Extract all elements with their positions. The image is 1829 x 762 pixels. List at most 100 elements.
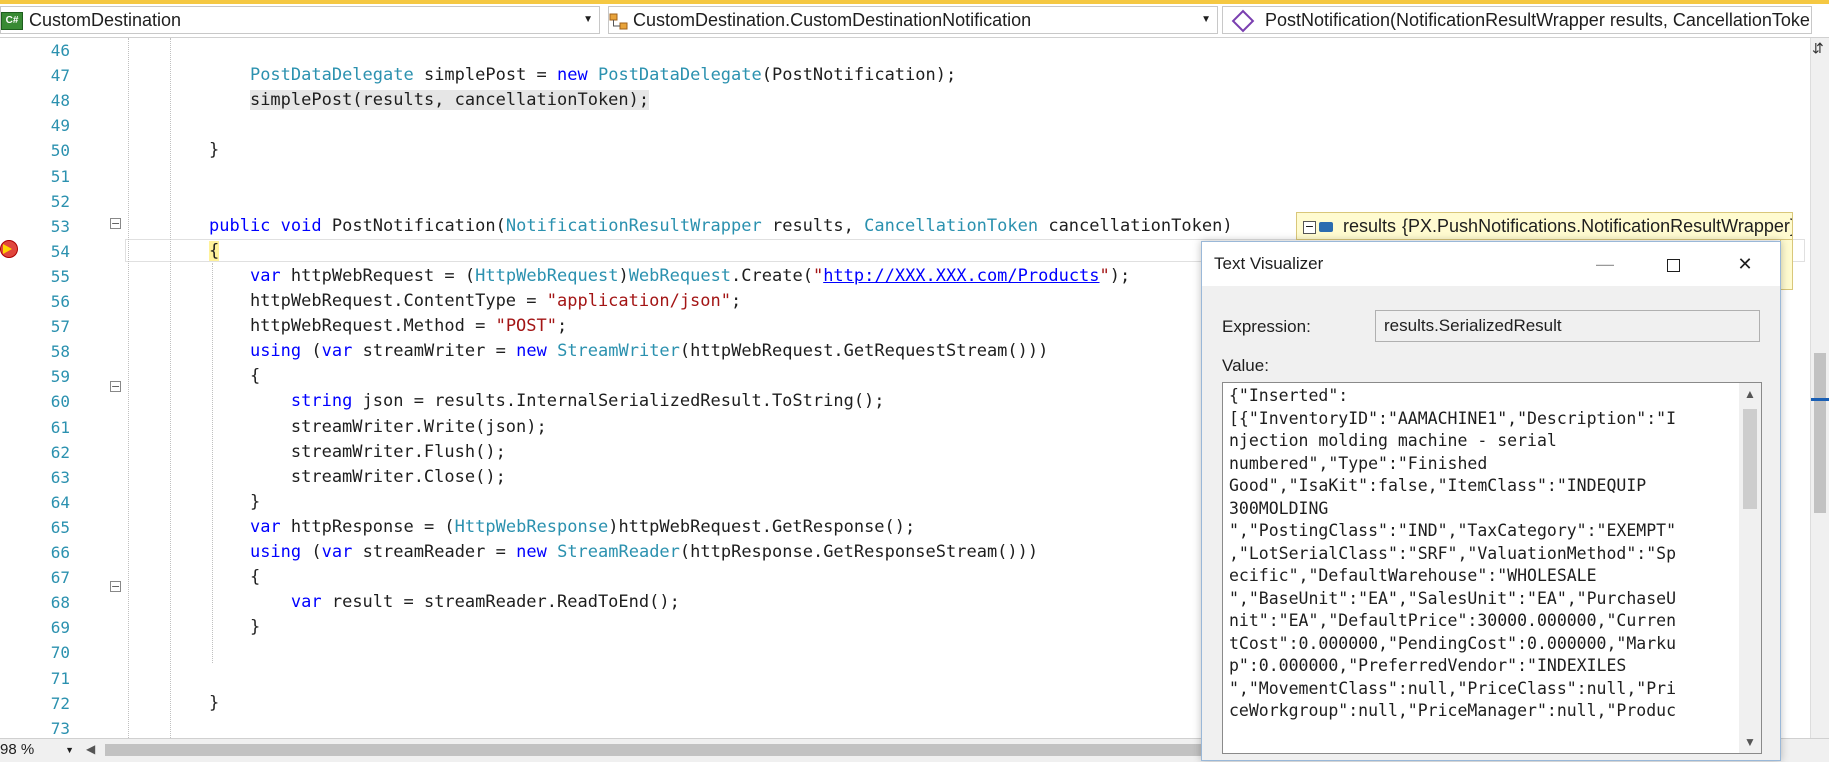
line-number: 50: [50, 141, 70, 161]
indent-guide: [128, 38, 129, 738]
line-number: 53: [50, 216, 70, 236]
line-number: 65: [50, 517, 70, 537]
line-number: 73: [50, 718, 70, 738]
scroll-left-icon[interactable]: ◀: [86, 742, 95, 756]
code-line[interactable]: }: [209, 615, 260, 640]
code-line[interactable]: streamWriter.Write(json);: [209, 415, 547, 440]
datatip-variable-name: results: [1343, 216, 1397, 236]
zoom-dropdown[interactable]: 98 % ▼: [0, 741, 78, 759]
code-line[interactable]: using (var streamReader = new StreamRead…: [209, 540, 1038, 565]
close-button[interactable]: ✕: [1722, 248, 1768, 280]
code-line[interactable]: }: [209, 138, 219, 163]
code-line[interactable]: streamWriter.Flush();: [209, 440, 506, 465]
line-number: 70: [50, 643, 70, 663]
expression-field[interactable]: results.SerializedResult: [1375, 310, 1760, 342]
line-number: 62: [50, 442, 70, 462]
code-line[interactable]: public void PostNotification(Notificatio…: [209, 214, 1233, 239]
line-number: 69: [50, 618, 70, 638]
member-dropdown[interactable]: PostNotification(NotificationResultWrapp…: [1222, 6, 1812, 34]
scroll-thumb[interactable]: [1814, 353, 1826, 513]
line-number: 64: [50, 492, 70, 512]
debugger-datatip[interactable]: − results {PX.PushNotifications.Notificati…: [1296, 212, 1793, 240]
project-dropdown-label: CustomDestination: [29, 10, 182, 30]
class-dropdown-label: CustomDestination.CustomDestinationNotif…: [633, 10, 1032, 30]
code-line[interactable]: simplePost(results, cancellationToken);: [209, 88, 650, 113]
object-icon: [1319, 222, 1333, 233]
minimize-button[interactable]: —: [1582, 248, 1628, 280]
current-statement-arrow-icon: [3, 244, 12, 254]
code-line[interactable]: var result = streamReader.ReadToEnd();: [209, 590, 680, 615]
split-window-icon[interactable]: ⇵: [1812, 40, 1824, 57]
method-icon: [1231, 9, 1255, 33]
csharp-project-icon: C#: [1, 12, 23, 31]
code-line[interactable]: using (var streamWriter = new StreamWrit…: [209, 339, 1048, 364]
line-number: 49: [50, 116, 70, 136]
class-icon: [609, 12, 628, 30]
code-line[interactable]: {: [209, 239, 220, 264]
dialog-title: Text Visualizer: [1214, 254, 1324, 273]
line-number: 51: [50, 166, 70, 186]
line-number: 67: [50, 568, 70, 588]
line-number: 56: [50, 292, 70, 311]
breakpoint-icon[interactable]: [0, 240, 18, 258]
line-number: 47: [50, 66, 70, 86]
line-number: 52: [50, 191, 70, 211]
vertical-scrollbar[interactable]: ⇵: [1810, 38, 1829, 738]
collapse-method-toggle[interactable]: −: [110, 218, 121, 229]
datatip-shadow: [1780, 240, 1793, 290]
line-number: 60: [50, 392, 70, 412]
dialog-titlebar[interactable]: Text Visualizer — ✕: [1202, 242, 1780, 286]
expand-datatip-toggle[interactable]: −: [1303, 220, 1316, 234]
line-number: 66: [50, 543, 70, 562]
code-line[interactable]: }: [209, 691, 219, 716]
code-line[interactable]: {: [209, 364, 260, 389]
code-line[interactable]: httpWebRequest.Method = "POST";: [209, 314, 567, 339]
scroll-up-icon[interactable]: ▲: [1744, 387, 1756, 401]
collapse-using-toggle[interactable]: −: [110, 581, 121, 592]
class-dropdown[interactable]: CustomDestination.CustomDestinationNotif…: [608, 6, 1218, 34]
code-line[interactable]: httpWebRequest.ContentType = "applicatio…: [209, 289, 741, 314]
code-line[interactable]: streamWriter.Close();: [209, 465, 506, 490]
indent-guide: [170, 38, 171, 738]
line-number: 48: [50, 91, 70, 111]
code-line[interactable]: var httpWebRequest = (HttpWebRequest)Web…: [209, 264, 1130, 289]
code-line[interactable]: string json = results.InternalSerialized…: [209, 389, 885, 414]
maximize-button[interactable]: [1650, 248, 1696, 280]
member-dropdown-label: PostNotification(NotificationResultWrapp…: [1265, 10, 1812, 30]
line-number: 63: [50, 467, 70, 487]
value-scrollbar[interactable]: ▲ ▼: [1739, 383, 1761, 753]
line-number: 61: [50, 417, 70, 437]
line-number: 57: [50, 317, 70, 337]
line-number: 71: [50, 668, 70, 688]
line-number: 55: [50, 266, 70, 286]
chevron-down-icon: ▼: [65, 745, 74, 755]
scroll-down-icon[interactable]: ▼: [1744, 735, 1756, 749]
value-scroll-thumb[interactable]: [1743, 409, 1757, 509]
chevron-down-icon: ▼: [1201, 14, 1211, 25]
value-label: Value:: [1222, 356, 1269, 375]
scroll-position-marker: [1811, 398, 1829, 401]
indent-guide: [212, 263, 213, 663]
value-text[interactable]: {"Inserted": [{"InventoryID":"AAMACHINE1…: [1229, 385, 1729, 723]
project-dropdown[interactable]: C# CustomDestination ▼: [0, 6, 600, 34]
line-number: 46: [50, 41, 70, 60]
navigation-bar: C# CustomDestination ▼ CustomDestination.…: [0, 0, 1829, 38]
code-line[interactable]: PostDataDelegate simplePost = new PostDa…: [209, 63, 956, 88]
code-line[interactable]: var httpResponse = (HttpWebResponse)http…: [209, 515, 915, 540]
code-line[interactable]: {: [209, 565, 260, 590]
line-number: 59: [50, 367, 70, 387]
collapse-using-toggle[interactable]: −: [110, 381, 121, 392]
line-number: 54: [50, 241, 70, 261]
text-visualizer-dialog: Text Visualizer — ✕ Expression: results.…: [1201, 241, 1781, 761]
datatip-variable-value[interactable]: {PX.PushNotifications.NotificationResult…: [1402, 216, 1792, 236]
zoom-level: 98 %: [0, 741, 35, 758]
expression-label: Expression:: [1222, 317, 1311, 336]
line-number: 72: [50, 693, 70, 713]
indicator-margin[interactable]: [0, 38, 20, 738]
maximize-icon: [1666, 258, 1680, 272]
line-number: 68: [50, 593, 70, 613]
code-line[interactable]: }: [209, 490, 260, 515]
chevron-down-icon: ▼: [583, 14, 593, 25]
line-number: 58: [50, 342, 70, 362]
value-textarea[interactable]: {"Inserted": [{"InventoryID":"AAMACHINE1…: [1222, 382, 1762, 754]
